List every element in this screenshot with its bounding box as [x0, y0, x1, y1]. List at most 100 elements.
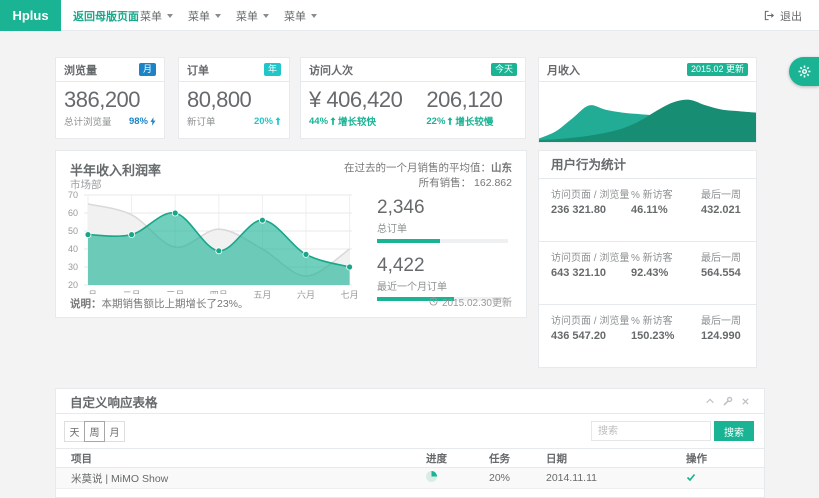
close-button[interactable] [741, 397, 750, 406]
nav-menu-1[interactable]: 菜单 [140, 0, 173, 31]
total-orders-progress [377, 239, 508, 243]
svg-text:七月: 七月 [341, 290, 359, 300]
orders-percent: 20% [254, 116, 281, 127]
visits-growth-fast: 44% 增长较快 [309, 114, 402, 128]
orders-value: 80,800 [187, 87, 281, 113]
new-visitors-pct: 150.23% [631, 330, 701, 342]
user-behavior-panel: 用户行为统计 访问页面 / 浏览量 236 321.80 % 新访客 46.11… [538, 150, 757, 368]
period-badge: 今天 [491, 63, 517, 76]
views-percent: 98% [129, 116, 156, 127]
level-up-arrow-icon [447, 117, 453, 125]
caret-down-icon [167, 14, 173, 18]
settings-button[interactable] [789, 57, 819, 86]
range-button-group: 天 周 月 [64, 421, 125, 442]
gear-icon [798, 65, 811, 78]
panel-tools [705, 396, 750, 406]
search-input[interactable] [591, 421, 711, 441]
chevron-up-icon [705, 396, 715, 406]
cell-progress [426, 471, 489, 485]
total-orders-label: 总订单 [377, 220, 508, 235]
svg-text:70: 70 [68, 190, 78, 200]
visits-col-2: 206,120 22% 增长较慢 [426, 87, 502, 128]
cell-operation[interactable] [686, 472, 764, 485]
profit-area-chart: 203040506070一月二月三月四月五月六月七月 [56, 189, 368, 303]
cell-date: 2014.11.11 [546, 472, 686, 484]
orders-sub-label: 新订单 [187, 114, 216, 128]
period-badge: 年 [264, 63, 281, 76]
all-sales-value: 162.862 [474, 177, 512, 189]
pages-per-visit: 436 547.20 [551, 330, 631, 342]
nav-menu-label: 菜单 [236, 8, 258, 24]
panel-title: 自定义响应表格 [70, 392, 158, 411]
views-sub-label: 总计浏览量 [64, 114, 112, 128]
header-operation: 操作 [686, 451, 764, 466]
card-body: 386,200 总计浏览量 98% [56, 82, 164, 128]
wrench-icon [723, 396, 733, 406]
new-visitors-pct: 46.11% [631, 204, 701, 216]
card-header: 月收入 2015.02 更新 [539, 58, 756, 82]
stats-row: 访问页面 / 浏览量 236 321.80 % 新访客 46.11% 最后一周 … [539, 179, 756, 242]
stat-card-visits: 访问人次 今天 ¥ 406,420 44% 增长较快 206,120 22% [300, 57, 526, 139]
range-button-day[interactable]: 天 [64, 421, 85, 442]
search-button[interactable]: 搜索 [714, 421, 754, 441]
caret-down-icon [215, 14, 221, 18]
svg-text:60: 60 [68, 208, 78, 218]
nav-menu-4[interactable]: 菜单 [284, 0, 317, 31]
visits-col-1: ¥ 406,420 44% 增长较快 [309, 87, 402, 128]
total-orders-value: 2,346 [377, 197, 508, 219]
nav-menu-3[interactable]: 菜单 [236, 0, 269, 31]
stat-card-orders: 订单 年 80,800 新订单 20% [178, 57, 290, 139]
visits-growth-slow: 22% 增长较慢 [426, 114, 502, 128]
nav-menu-2[interactable]: 菜单 [188, 0, 221, 31]
range-button-month[interactable]: 月 [104, 421, 125, 442]
card-body: 80,800 新订单 20% [179, 82, 289, 128]
card-body: ¥ 406,420 44% 增长较快 206,120 22% 增长较慢 [301, 82, 525, 128]
logout-button[interactable]: 退出 [764, 0, 802, 31]
visits-amount: ¥ 406,420 [309, 87, 402, 113]
table-header-row: 项目 进度 任务 日期 操作 [56, 448, 764, 468]
svg-text:20: 20 [68, 280, 78, 290]
svg-text:30: 30 [68, 262, 78, 272]
sign-out-icon [764, 10, 775, 21]
stats-row: 访问页面 / 浏览量 436 547.20 % 新访客 150.23% 最后一周… [539, 305, 756, 368]
chart-note: 说明：本期销售额比上期增长了23%。 [70, 294, 249, 311]
config-button[interactable] [723, 396, 733, 406]
table-controls: 天 周 月 搜索 [56, 414, 764, 448]
back-to-home-link[interactable]: 返回母版页面 [73, 0, 139, 31]
updated-badge: 2015.02 更新 [687, 63, 748, 76]
responsive-table-panel: 自定义响应表格 [55, 388, 765, 498]
svg-text:40: 40 [68, 244, 78, 254]
table-row[interactable]: 米莫说 | MiMO Show 20% 2014.11.11 [56, 468, 764, 489]
dashboard-page: Hplus 返回母版页面 菜单 菜单 菜单 菜单 退出 [0, 0, 819, 487]
card-title: 订单 [187, 62, 209, 78]
level-up-arrow-icon [330, 117, 336, 125]
check-icon [686, 472, 696, 482]
avg-region: 山东 [491, 162, 512, 174]
card-header: 浏览量 月 [56, 58, 164, 82]
card-title: 浏览量 [64, 62, 97, 78]
nav-menu-label: 菜单 [188, 8, 210, 24]
svg-text:50: 50 [68, 226, 78, 236]
header-task: 任务 [489, 451, 546, 466]
caret-down-icon [263, 14, 269, 18]
range-button-week[interactable]: 周 [84, 421, 105, 442]
top-navbar: Hplus 返回母版页面 菜单 菜单 菜单 菜单 退出 [0, 0, 819, 31]
collapse-button[interactable] [705, 396, 715, 406]
cell-task: 20% [489, 472, 546, 484]
card-header: 访问人次 今天 [301, 58, 525, 82]
updated-timestamp: 2015.02.30更新 [429, 294, 512, 309]
cell-project: 米莫说 | MiMO Show [56, 471, 426, 486]
level-up-arrow-icon [275, 117, 281, 125]
pages-per-visit: 643 321.10 [551, 267, 631, 279]
sales-summary: 在过去的一个月销售的平均值：山东 所有销售： 162.862 [344, 161, 512, 191]
nav-menu-label: 菜单 [140, 8, 162, 24]
last-week-value: 564.554 [701, 267, 744, 279]
clock-icon [429, 297, 438, 306]
logout-label: 退出 [780, 8, 802, 24]
new-visitors-pct: 92.43% [631, 267, 701, 279]
header-progress: 进度 [426, 451, 489, 466]
header-date: 日期 [546, 451, 686, 466]
brand-logo[interactable]: Hplus [0, 0, 61, 31]
svg-text:六月: 六月 [297, 289, 315, 300]
panel-title: 用户行为统计 [539, 151, 756, 179]
